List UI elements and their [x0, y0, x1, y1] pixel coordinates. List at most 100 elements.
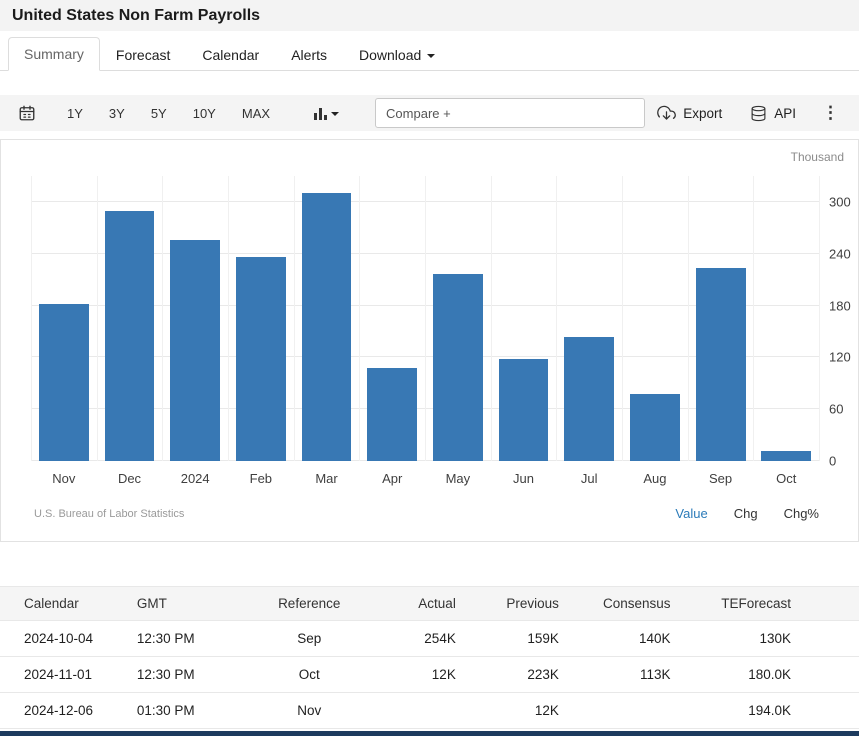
column-header-reference: Reference — [249, 587, 369, 621]
bar-jun[interactable] — [499, 359, 549, 461]
table-cell: 140K — [567, 621, 679, 657]
y-axis-tick-label: 0 — [829, 454, 836, 469]
chart-mode-switch: Value Chg Chg% — [675, 506, 819, 521]
bar-jul[interactable] — [564, 337, 614, 461]
table-cell: 2024-11-01 — [0, 657, 129, 693]
range-selector: 1Y3Y5Y10YMAX — [54, 100, 283, 127]
x-axis-label: Nov — [31, 471, 97, 486]
column-header-consensus: Consensus — [567, 587, 679, 621]
date-range-calendar-button[interactable] — [12, 100, 42, 126]
non-farm-payrolls-page: United States Non Farm Payrolls SummaryF… — [0, 0, 859, 736]
chart-card: Thousand 060120180240300 NovDec2024FebMa… — [0, 139, 859, 542]
tab-label: Download — [359, 47, 421, 63]
bar-slot — [162, 176, 228, 461]
tab-label: Summary — [24, 46, 84, 62]
x-axis-label: Mar — [294, 471, 360, 486]
range-button-1y[interactable]: 1Y — [54, 100, 96, 127]
x-axis-label: 2024 — [162, 471, 228, 486]
x-axis-label: Aug — [622, 471, 688, 486]
bar-chart-icon — [313, 105, 329, 121]
x-axis-label: Oct — [753, 471, 819, 486]
table-cell: 2024-12-06 — [0, 693, 129, 729]
table-cell: 113K — [567, 657, 679, 693]
tab-label: Alerts — [291, 47, 327, 63]
table-cell: 194.0K — [679, 693, 859, 729]
bar-sep[interactable] — [696, 268, 746, 461]
bar-slot — [622, 176, 688, 461]
y-axis-tick-label: 240 — [829, 246, 851, 261]
export-cloud-download-icon — [657, 104, 676, 123]
calendar-table: CalendarGMTReferenceActualPreviousConsen… — [0, 586, 859, 729]
table-cell: 159K — [464, 621, 567, 657]
table-cell — [567, 693, 679, 729]
tab-download[interactable]: Download — [343, 38, 451, 71]
table-cell: 12K — [464, 693, 567, 729]
more-options-button[interactable]: ⋮ — [814, 101, 847, 125]
compare-input[interactable] — [375, 98, 645, 128]
range-button-10y[interactable]: 10Y — [180, 100, 229, 127]
chart-footer: U.S. Bureau of Labor Statistics Value Chg… — [34, 506, 819, 521]
bar-slot — [556, 176, 622, 461]
bar-oct[interactable] — [761, 451, 811, 461]
tab-forecast[interactable]: Forecast — [100, 38, 186, 71]
tab-summary[interactable]: Summary — [8, 37, 100, 71]
x-axis: NovDec2024FebMarAprMayJunJulAugSepOct — [31, 471, 819, 486]
y-axis-tick-label: 120 — [829, 350, 851, 365]
x-axis-label: May — [425, 471, 491, 486]
bar-slot — [31, 176, 97, 461]
y-axis-tick-label: 300 — [829, 194, 851, 209]
caret-down-icon — [331, 112, 339, 116]
table-row[interactable]: 2024-11-0112:30 PMOct12K223K113K180.0K — [0, 657, 859, 693]
bar-may[interactable] — [433, 274, 483, 461]
v-gridline — [819, 176, 820, 461]
bar-slot — [228, 176, 294, 461]
table-cell: 254K — [369, 621, 463, 657]
calendar-icon — [18, 104, 36, 122]
range-button-3y[interactable]: 3Y — [96, 100, 138, 127]
tab-label: Forecast — [116, 47, 170, 63]
range-button-max[interactable]: MAX — [229, 100, 283, 127]
chart-unit-label: Thousand — [1, 150, 858, 166]
column-header-gmt: GMT — [129, 587, 249, 621]
x-axis-label: Apr — [359, 471, 425, 486]
bar-chart: 060120180240300 — [31, 176, 819, 461]
bar-aug[interactable] — [630, 394, 680, 461]
api-button[interactable]: API — [740, 99, 806, 128]
calendar-table-section: CalendarGMTReferenceActualPreviousConsen… — [0, 586, 859, 729]
table-cell — [369, 693, 463, 729]
table-cell: Nov — [249, 693, 369, 729]
chart-mode-chg[interactable]: Chg — [734, 506, 758, 521]
column-header-previous: Previous — [464, 587, 567, 621]
tab-calendar[interactable]: Calendar — [186, 38, 275, 71]
bar-apr[interactable] — [367, 368, 417, 461]
api-label: API — [774, 106, 796, 121]
chart-mode-value[interactable]: Value — [675, 506, 707, 521]
chart-source: U.S. Bureau of Labor Statistics — [34, 508, 184, 520]
table-cell: Oct — [249, 657, 369, 693]
x-axis-label: Feb — [228, 471, 294, 486]
table-header-row: CalendarGMTReferenceActualPreviousConsen… — [0, 587, 859, 621]
bar-dec[interactable] — [105, 211, 155, 461]
table-cell: 223K — [464, 657, 567, 693]
chart-mode-chg-pct[interactable]: Chg% — [784, 506, 819, 521]
bar-slot — [425, 176, 491, 461]
tab-label: Calendar — [202, 47, 259, 63]
table-cell: 12:30 PM — [129, 621, 249, 657]
table-row[interactable]: 2024-10-0412:30 PMSep254K159K140K130K — [0, 621, 859, 657]
table-cell: Sep — [249, 621, 369, 657]
bar-nov[interactable] — [39, 304, 89, 461]
tab-alerts[interactable]: Alerts — [275, 38, 343, 71]
bar-feb[interactable] — [236, 257, 286, 461]
bar-slot — [359, 176, 425, 461]
chart-type-button[interactable] — [307, 101, 345, 125]
kebab-menu-icon: ⋮ — [822, 103, 839, 122]
table-row[interactable]: 2024-12-0601:30 PMNov12K194.0K — [0, 693, 859, 729]
footer-strip — [0, 731, 859, 736]
bar-mar[interactable] — [302, 193, 352, 461]
bar-2024[interactable] — [170, 240, 220, 461]
range-button-5y[interactable]: 5Y — [138, 100, 180, 127]
caret-down-icon — [427, 54, 435, 58]
export-button[interactable]: Export — [647, 98, 732, 129]
tab-bar: Summary Forecast Calendar Alerts Download — [0, 31, 859, 71]
y-axis-tick-label: 180 — [829, 298, 851, 313]
